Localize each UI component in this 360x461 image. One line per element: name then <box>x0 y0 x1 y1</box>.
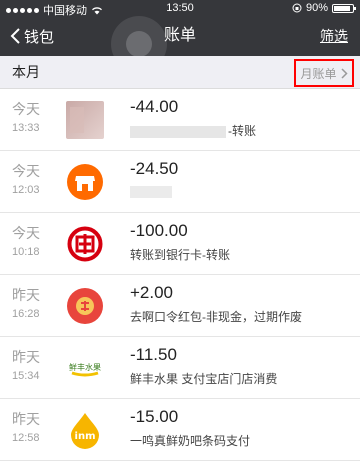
monthly-bill-label: 月账单 <box>300 66 337 81</box>
transaction-desc-text: -转账 <box>228 124 256 138</box>
transaction-day: 今天 <box>12 163 40 179</box>
transaction-day: 昨天 <box>12 411 40 427</box>
chevron-left-icon <box>10 28 20 44</box>
transaction-row[interactable]: 昨天 12:58 inm -15.00 一鸣真鲜奶吧条码支付 <box>0 399 360 461</box>
filter-button[interactable]: 筛选 <box>320 16 348 56</box>
status-right: 90% <box>292 2 356 14</box>
transaction-amount: +2.00 <box>130 283 174 302</box>
transaction-desc <box>130 184 172 198</box>
fruit-logo-text: 鲜丰水果 <box>69 362 101 372</box>
transaction-amount: -100.00 <box>130 221 188 240</box>
transaction-row[interactable]: 昨天 16:28 +2.00 去啊口令红包-非现金，过期作废 <box>0 275 360 337</box>
chevron-right-icon <box>340 67 348 79</box>
fruit-store-logo-icon: 鲜丰水果 <box>66 349 104 387</box>
battery-icon <box>332 3 356 13</box>
transaction-day: 今天 <box>12 225 40 241</box>
store-icon <box>66 163 104 201</box>
transaction-day: 昨天 <box>12 349 40 365</box>
rotation-lock-icon <box>292 3 302 13</box>
battery-fill <box>334 5 350 11</box>
status-bar: 中国移动 13:50 90% <box>0 0 360 17</box>
icbc-bank-icon <box>66 225 104 263</box>
transaction-amount: -11.50 <box>130 345 177 364</box>
transaction-time: 13:33 <box>12 122 40 134</box>
transaction-desc: 去啊口令红包-非现金，过期作废 <box>130 310 302 324</box>
transaction-time: 12:03 <box>12 184 40 196</box>
redacted-name <box>130 125 226 138</box>
back-button[interactable]: 钱包 <box>10 16 54 56</box>
red-envelope-icon <box>66 287 104 325</box>
month-label: 本月 <box>12 64 40 80</box>
transaction-list: 今天 13:33 -44.00 -转账 今天 12:03 -24.50 今天 1… <box>0 89 360 461</box>
back-label: 钱包 <box>24 28 55 46</box>
blurred-avatar-icon <box>66 101 104 139</box>
transaction-time: 15:34 <box>12 370 40 382</box>
transaction-amount: -15.00 <box>130 407 179 426</box>
battery-percent: 90% <box>305 2 328 14</box>
transaction-row[interactable]: 今天 10:18 -100.00 转账到银行卡-转账 <box>0 213 360 275</box>
milk-bar-logo-icon: inm <box>66 411 104 449</box>
transaction-day: 昨天 <box>12 287 40 303</box>
transaction-day: 今天 <box>12 101 40 117</box>
transaction-amount: -44.00 <box>130 97 179 116</box>
navigation-bar: 账单 钱包 筛选 <box>0 16 360 72</box>
redacted-name <box>130 185 172 198</box>
monthly-bill-button[interactable]: 月账单 <box>294 59 354 87</box>
transaction-time: 16:28 <box>12 308 40 320</box>
transaction-desc: -转账 <box>130 122 256 139</box>
transaction-row[interactable]: 今天 13:33 -44.00 -转账 <box>0 89 360 151</box>
transaction-row[interactable]: 今天 12:03 -24.50 <box>0 151 360 213</box>
month-section-header: 本月 月账单 <box>0 56 360 89</box>
transaction-time: 10:18 <box>12 246 40 258</box>
transaction-time: 12:58 <box>12 432 40 444</box>
transaction-desc: 一鸣真鲜奶吧条码支付 <box>130 434 251 448</box>
transaction-row[interactable]: 昨天 15:34 鲜丰水果 -11.50 鲜丰水果 支付宝店门店消费 <box>0 337 360 399</box>
milk-logo-text: inm <box>75 431 96 442</box>
transaction-desc: 转账到银行卡-转账 <box>130 248 230 262</box>
transaction-desc: 鲜丰水果 支付宝店门店消费 <box>130 372 278 386</box>
transaction-amount: -24.50 <box>130 159 179 178</box>
